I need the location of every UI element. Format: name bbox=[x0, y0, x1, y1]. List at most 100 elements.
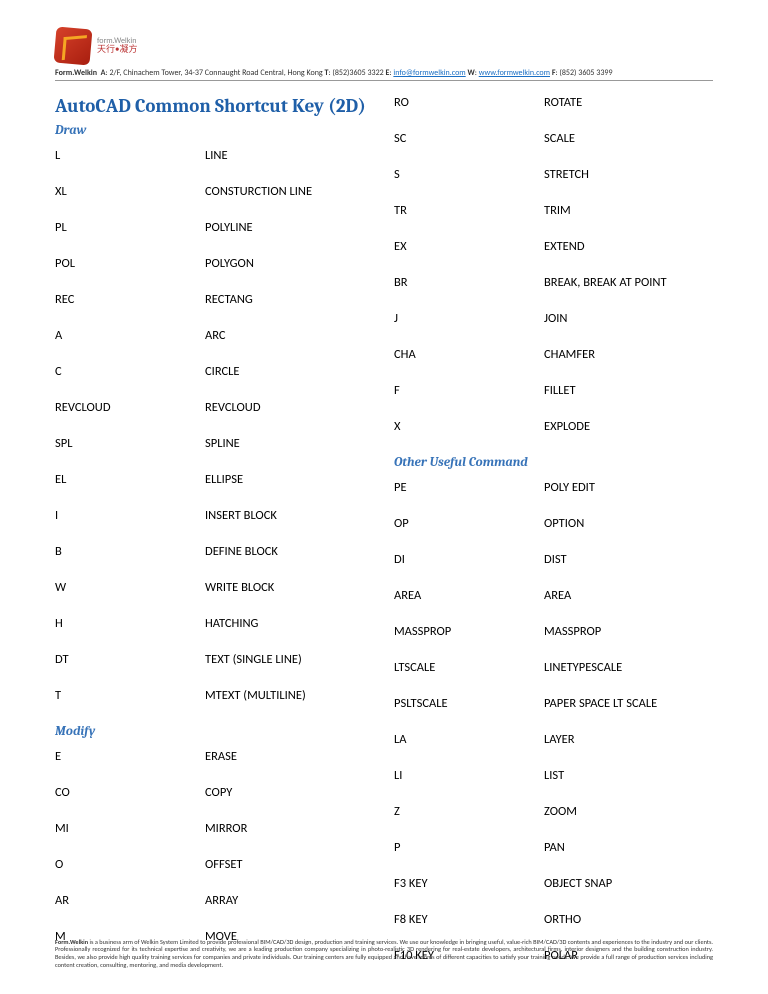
shortcut-key: OP bbox=[394, 516, 544, 531]
shortcut-key: DT bbox=[55, 652, 205, 667]
shortcut-row: BDEFINE BLOCK bbox=[55, 544, 374, 559]
shortcut-key: F8 KEY bbox=[394, 912, 544, 927]
shortcut-key: F3 KEY bbox=[394, 876, 544, 891]
shortcut-command: RECTANG bbox=[205, 292, 374, 307]
page-title: AutoCAD Common Shortcut Key (2D) bbox=[55, 95, 374, 117]
header-company: Form.Welkin bbox=[55, 68, 97, 78]
shortcut-command: LIST bbox=[544, 768, 713, 783]
shortcut-key: PSLTSCALE bbox=[394, 696, 544, 711]
shortcut-command: HATCHING bbox=[205, 616, 374, 631]
shortcut-command: MIRROR bbox=[205, 821, 374, 836]
shortcut-key: XL bbox=[55, 184, 205, 199]
shortcut-command: TRIM bbox=[544, 203, 713, 218]
shortcut-row: F3 KEYOBJECT SNAP bbox=[394, 876, 713, 891]
shortcut-row: WWRITE BLOCK bbox=[55, 580, 374, 595]
shortcut-key: TR bbox=[394, 203, 544, 218]
logo-block: form.Welkin 天行•凝方 bbox=[55, 28, 713, 64]
shortcut-key: O bbox=[55, 857, 205, 872]
section-heading-other: Other Useful Command bbox=[394, 455, 713, 470]
shortcut-row: TMTEXT (MULTILINE) bbox=[55, 688, 374, 703]
shortcut-key: EX bbox=[394, 239, 544, 254]
shortcut-command: CONSTURCTION LINE bbox=[205, 184, 374, 199]
shortcut-key: E bbox=[55, 749, 205, 764]
shortcut-key: PE bbox=[394, 480, 544, 495]
shortcut-row: JJOIN bbox=[394, 311, 713, 326]
shortcut-command: JOIN bbox=[544, 311, 713, 326]
list-draw: LLINE XLCONSTURCTION LINE PLPOLYLINE POLPOL… bbox=[55, 148, 374, 703]
shortcut-command: TEXT (SINGLE LINE) bbox=[205, 652, 374, 667]
shortcut-command: SCALE bbox=[544, 131, 713, 146]
shortcut-key: SC bbox=[394, 131, 544, 146]
header-email-link[interactable]: info@formwelkin.com bbox=[393, 68, 465, 78]
shortcut-row: MIMIRROR bbox=[55, 821, 374, 836]
shortcut-row: DIDIST bbox=[394, 552, 713, 567]
shortcut-command: FILLET bbox=[544, 383, 713, 398]
header-web-link[interactable]: www.formwelkin.com bbox=[479, 68, 550, 78]
shortcut-row: AREAAREA bbox=[394, 588, 713, 603]
shortcut-command: ARC bbox=[205, 328, 374, 343]
shortcut-command: WRITE BLOCK bbox=[205, 580, 374, 595]
shortcut-row: IINSERT BLOCK bbox=[55, 508, 374, 523]
shortcut-row: CCIRCLE bbox=[55, 364, 374, 379]
shortcut-command: POLYGON bbox=[205, 256, 374, 271]
shortcut-key: J bbox=[394, 311, 544, 326]
shortcut-row: MASSPROPMASSPROP bbox=[394, 624, 713, 639]
shortcut-command: DEFINE BLOCK bbox=[205, 544, 374, 559]
content-columns: AutoCAD Common Shortcut Key (2D) Draw LL… bbox=[55, 95, 713, 984]
shortcut-row: F8 KEYORTHO bbox=[394, 912, 713, 927]
shortcut-row: TRTRIM bbox=[394, 203, 713, 218]
left-column: AutoCAD Common Shortcut Key (2D) Draw LL… bbox=[55, 95, 374, 984]
shortcut-key: LTSCALE bbox=[394, 660, 544, 675]
header-web-label: W bbox=[468, 68, 475, 78]
shortcut-command: CIRCLE bbox=[205, 364, 374, 379]
shortcut-row: EXEXTEND bbox=[394, 239, 713, 254]
shortcut-row: XEXPLODE bbox=[394, 419, 713, 434]
shortcut-row: LLINE bbox=[55, 148, 374, 163]
shortcut-key: EL bbox=[55, 472, 205, 487]
shortcut-key: DI bbox=[394, 552, 544, 567]
shortcut-key: AR bbox=[55, 893, 205, 908]
section-heading-modify: Modify bbox=[55, 724, 374, 739]
shortcut-key: A bbox=[55, 328, 205, 343]
shortcut-key: S bbox=[394, 167, 544, 182]
logo-text: form.Welkin 天行•凝方 bbox=[97, 37, 137, 56]
shortcut-command: OPTION bbox=[544, 516, 713, 531]
shortcut-row: REVCLOUDREVCLOUD bbox=[55, 400, 374, 415]
shortcut-row: PLPOLYLINE bbox=[55, 220, 374, 235]
shortcut-command: SPLINE bbox=[205, 436, 374, 451]
shortcut-key: L bbox=[55, 148, 205, 163]
shortcut-row: DTTEXT (SINGLE LINE) bbox=[55, 652, 374, 667]
shortcut-row: CHACHAMFER bbox=[394, 347, 713, 362]
shortcut-key: Z bbox=[394, 804, 544, 819]
shortcut-command: LINETYPESCALE bbox=[544, 660, 713, 675]
shortcut-command: LAYER bbox=[544, 732, 713, 747]
shortcut-key: REC bbox=[55, 292, 205, 307]
list-modify: EERASECOCOPYMIMIRROROOFFSETARARRAYMMOVE bbox=[55, 749, 374, 944]
shortcut-command: CHAMFER bbox=[544, 347, 713, 362]
shortcut-row: POLPOLYGON bbox=[55, 256, 374, 271]
shortcut-command: COPY bbox=[205, 785, 374, 800]
shortcut-command: POLYLINE bbox=[205, 220, 374, 235]
shortcut-key: LI bbox=[394, 768, 544, 783]
shortcut-command: LINE bbox=[205, 148, 374, 163]
shortcut-key: W bbox=[55, 580, 205, 595]
shortcut-command: ERASE bbox=[205, 749, 374, 764]
shortcut-key: F bbox=[394, 383, 544, 398]
shortcut-key: LA bbox=[394, 732, 544, 747]
shortcut-command: DIST bbox=[544, 552, 713, 567]
shortcut-row: SPLSPLINE bbox=[55, 436, 374, 451]
shortcut-key: BR bbox=[394, 275, 544, 290]
shortcut-key: RO bbox=[394, 95, 544, 110]
shortcut-command: MASSPROP bbox=[544, 624, 713, 639]
shortcut-key: AREA bbox=[394, 588, 544, 603]
shortcut-command: ZOOM bbox=[544, 804, 713, 819]
shortcut-row: LTSCALELINETYPESCALE bbox=[394, 660, 713, 675]
shortcut-key: B bbox=[55, 544, 205, 559]
shortcut-row: ZZOOM bbox=[394, 804, 713, 819]
shortcut-key: I bbox=[55, 508, 205, 523]
shortcut-command: ORTHO bbox=[544, 912, 713, 927]
shortcut-command: OFFSET bbox=[205, 857, 374, 872]
shortcut-command: ELLIPSE bbox=[205, 472, 374, 487]
shortcut-key: MI bbox=[55, 821, 205, 836]
shortcut-key: REVCLOUD bbox=[55, 400, 205, 415]
